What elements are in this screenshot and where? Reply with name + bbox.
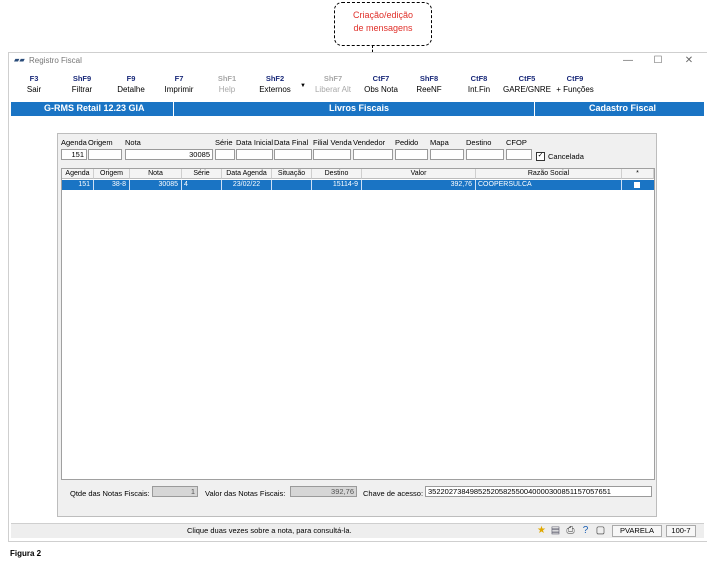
column-header-valor[interactable]: Valor	[362, 169, 476, 179]
toolbar-filtrar-button[interactable]: ShF9 Filtrar	[54, 73, 110, 95]
label-nota: Nota	[125, 138, 141, 147]
button-label: + Funções	[556, 85, 594, 94]
label-data-final: Data Final	[274, 138, 309, 147]
band-divider	[534, 102, 535, 116]
toolbar-reenf-button[interactable]: ShF8 ReeNF	[401, 73, 457, 95]
vendedor-field[interactable]	[353, 149, 393, 160]
label-destino: Destino	[466, 138, 492, 147]
minimize-button[interactable]: —	[621, 55, 635, 66]
column-header-star[interactable]: *	[622, 169, 654, 179]
column-header-origem[interactable]: Origem	[94, 169, 130, 179]
cell-razao-social: COOPERSULCA	[476, 180, 622, 190]
column-header-nota[interactable]: Nota	[130, 169, 182, 179]
app-window: ▰▰ Registro Fiscal — ☐ ✕ F3 Sair ShF9 Fi…	[8, 52, 707, 542]
button-label: ReeNF	[416, 85, 442, 94]
print-icon[interactable]: ⎙	[564, 525, 577, 537]
label-agenda: Agenda	[61, 138, 87, 147]
qtde-label: Qtde das Notas Fiscais:	[70, 489, 150, 498]
button-label: Externos	[259, 85, 291, 94]
callout-line-1: Criação/edição	[352, 10, 414, 20]
agenda-field[interactable]: 151	[61, 149, 87, 160]
status-message: Clique duas vezes sobre a nota, para con…	[187, 526, 352, 535]
cell-nota: 30085	[130, 180, 182, 190]
button-label: Filtrar	[71, 85, 93, 94]
pedido-field[interactable]	[395, 149, 428, 160]
valor-value: 392,76	[290, 486, 357, 497]
label-serie: Série	[215, 138, 233, 147]
maximize-button[interactable]: ☐	[651, 55, 665, 66]
help-icon[interactable]: ?	[579, 525, 592, 537]
product-version: G-RMS Retail 12.23 GIA	[44, 103, 145, 113]
chave-acesso-field[interactable]: 3522027384985252058255004000030085115705…	[425, 486, 652, 497]
filial-venda-field[interactable]	[313, 149, 351, 160]
window-title: Registro Fiscal	[29, 56, 82, 65]
column-header-razao-social[interactable]: Razão Social	[476, 169, 622, 179]
module-header-band: G-RMS Retail 12.23 GIA Livros Fiscais Ca…	[11, 102, 704, 116]
origem-field[interactable]	[88, 149, 122, 160]
key-label: ShF8	[419, 74, 439, 83]
label-origem: Origem	[88, 138, 113, 147]
column-header-data-agenda[interactable]: Data Agenda	[222, 169, 272, 179]
document-search-icon[interactable]: ▤	[549, 525, 562, 537]
table-row[interactable]: 151 38-8 30085 4 23/02/22 15114-9 392,76…	[62, 180, 654, 190]
data-final-field[interactable]	[274, 149, 312, 160]
label-filial-venda: Filial Venda	[313, 138, 352, 147]
data-inicial-field[interactable]	[236, 149, 273, 160]
clipboard-icon[interactable]: ▢	[594, 525, 607, 537]
cancelada-label: Cancelada	[548, 152, 584, 161]
figure-caption: Figura 2	[10, 549, 42, 558]
star-icon[interactable]: ★	[535, 525, 548, 537]
cell-agenda: 151	[62, 180, 94, 190]
notes-table[interactable]: Agenda Origem Nota Série Data Agenda Sit…	[61, 168, 655, 480]
qtde-value: 1	[152, 486, 198, 497]
status-bar: Clique duas vezes sobre a nota, para con…	[11, 523, 704, 538]
status-user: PVARELA	[612, 525, 662, 537]
chave-label: Chave de acesso:	[363, 489, 424, 498]
destino-field[interactable]	[466, 149, 504, 160]
toolbar-mais-funcoes-button[interactable]: CtF9 + Funções	[547, 73, 603, 95]
label-vendedor: Vendedor	[353, 138, 386, 147]
column-header-serie[interactable]: Série	[182, 169, 222, 179]
valor-label: Valor das Notas Fiscais:	[205, 489, 286, 498]
screen-title: Cadastro Fiscal	[589, 103, 657, 113]
status-code: 100-7	[666, 525, 696, 537]
callout-line-2: de mensagens	[353, 23, 413, 33]
label-data-inicial: Data Inicial	[236, 138, 274, 147]
serie-field[interactable]	[215, 149, 235, 160]
label-mapa: Mapa	[430, 138, 449, 147]
cfop-field[interactable]	[506, 149, 532, 160]
callout-annotation: Criação/edição de mensagens	[334, 2, 432, 46]
column-header-destino[interactable]: Destino	[312, 169, 362, 179]
key-label: CtF9	[566, 74, 584, 83]
band-divider	[173, 102, 174, 116]
title-bar: ▰▰ Registro Fiscal — ☐ ✕	[9, 53, 707, 69]
content-panel: Agenda Origem Nota Série Data Inicial Da…	[57, 133, 657, 517]
cell-valor: 392,76	[362, 180, 476, 190]
cell-serie: 4	[182, 180, 222, 190]
key-label: ShF2	[265, 74, 285, 83]
nota-field[interactable]: 30085	[125, 149, 213, 160]
app-logo-icon: ▰▰	[14, 57, 25, 64]
close-button[interactable]: ✕	[682, 55, 696, 66]
module-title: Livros Fiscais	[329, 103, 390, 113]
row-select-checkbox[interactable]	[634, 182, 640, 188]
cancelada-checkbox[interactable]: ✓	[536, 152, 545, 161]
cell-data-agenda: 23/02/22	[222, 180, 272, 190]
column-header-situacao[interactable]: Situação	[272, 169, 312, 179]
label-cfop: CFOP	[506, 138, 527, 147]
cell-situacao	[272, 180, 312, 190]
toolbar-externos-button[interactable]: ShF2 Externos	[247, 73, 303, 95]
cell-origem: 38-8	[94, 180, 130, 190]
cell-destino: 15114-9	[312, 180, 362, 190]
column-header-agenda[interactable]: Agenda	[62, 169, 94, 179]
label-pedido: Pedido	[395, 138, 419, 147]
key-label: ShF9	[72, 74, 92, 83]
mapa-field[interactable]	[430, 149, 464, 160]
